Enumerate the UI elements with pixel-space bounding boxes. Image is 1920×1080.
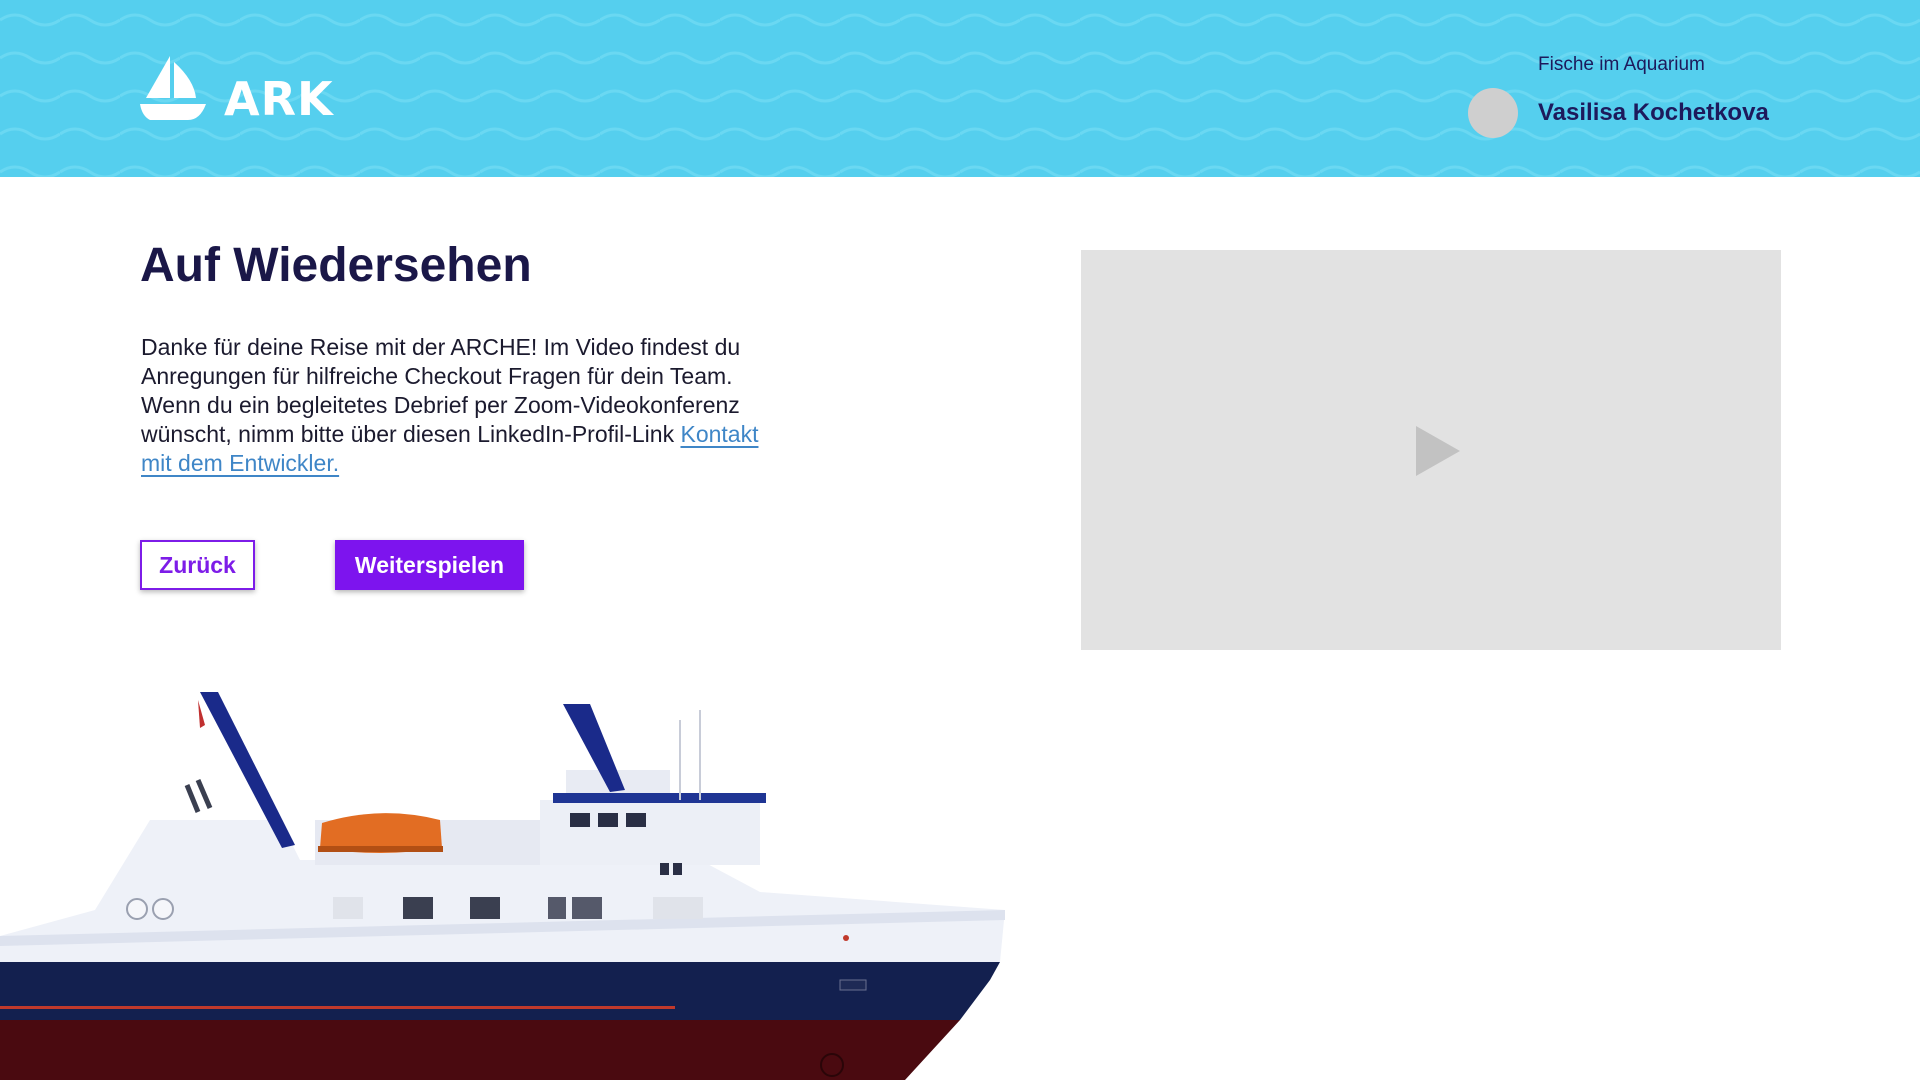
ship-hull-bottom xyxy=(0,1020,960,1080)
body-text: Danke für deine Reise mit der ARCHE! Im … xyxy=(141,333,781,478)
back-button[interactable]: Zurück xyxy=(140,540,255,590)
user-profile[interactable]: Fische im Aquarium Vasilisa Kochetkova xyxy=(1468,52,1778,142)
logo-text: ARK xyxy=(224,72,334,126)
play-icon[interactable] xyxy=(1414,424,1462,478)
sailboat-icon xyxy=(140,56,206,120)
group-name: Fische im Aquarium xyxy=(1538,54,1705,75)
header-bar: ARK Fische im Aquarium Vasilisa Kochetko… xyxy=(0,0,1920,177)
bridge-band xyxy=(553,793,766,803)
ship-hull xyxy=(0,962,1000,1020)
avatar[interactable] xyxy=(1468,88,1518,138)
body-paragraph: Danke für deine Reise mit der ARCHE! Im … xyxy=(141,334,741,447)
page-title: Auf Wiedersehen xyxy=(140,239,532,292)
continue-button[interactable]: Weiterspielen xyxy=(335,540,524,590)
ark-logo[interactable]: ARK xyxy=(140,52,334,122)
user-name: Vasilisa Kochetkova xyxy=(1538,99,1769,126)
video-player[interactable] xyxy=(1081,250,1781,650)
hull-stripe xyxy=(0,1006,675,1009)
ship-illustration xyxy=(0,692,1005,1080)
